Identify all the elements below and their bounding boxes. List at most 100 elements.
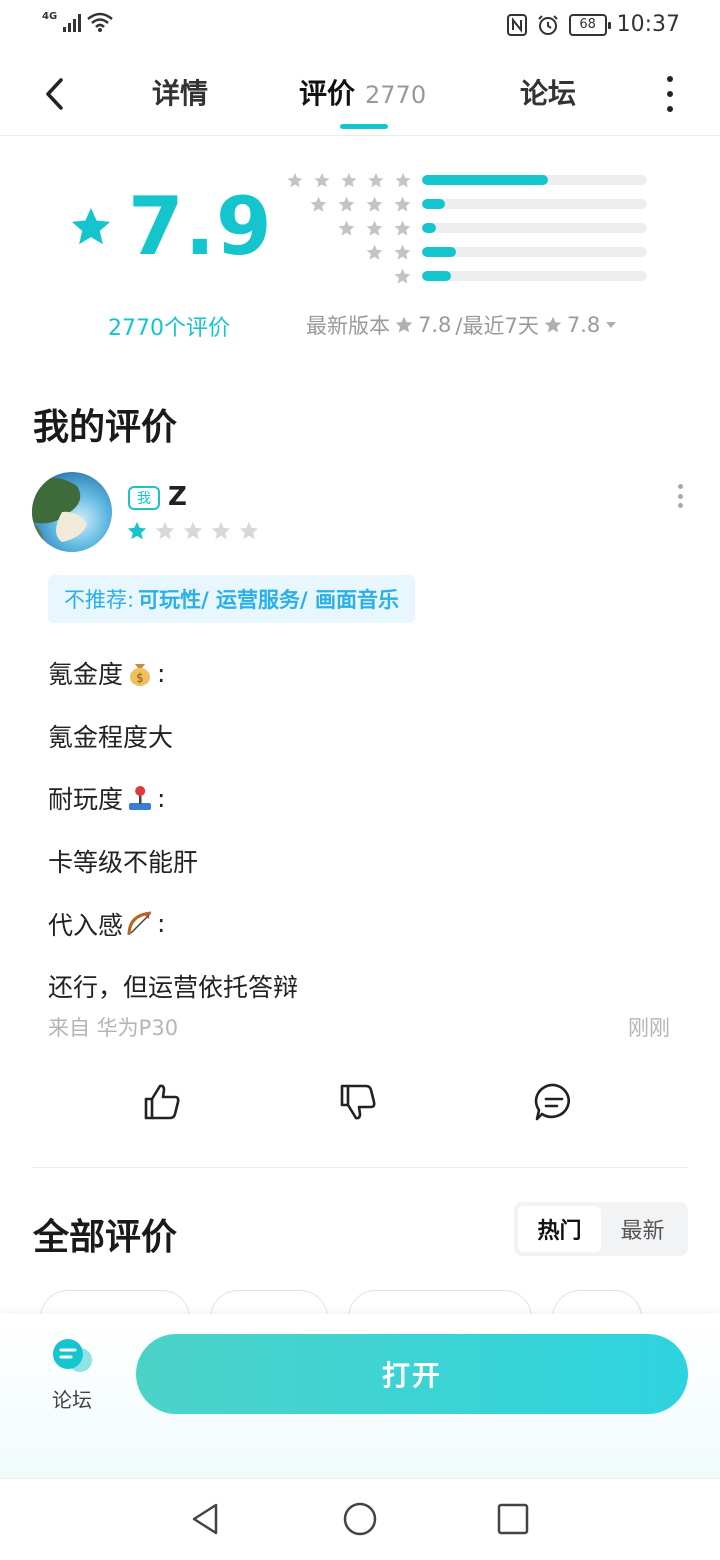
star-icon bbox=[341, 172, 357, 187]
distribution-row bbox=[286, 240, 647, 264]
distribution-bar-fill bbox=[422, 199, 445, 209]
star-icon bbox=[394, 244, 411, 260]
back-icon[interactable] bbox=[30, 68, 80, 118]
svg-text:$: $ bbox=[136, 671, 144, 685]
review-text: 代入感 bbox=[48, 910, 124, 940]
sort-hot-button[interactable]: 热门 bbox=[518, 1206, 601, 1252]
star-icon bbox=[366, 196, 383, 212]
total-reviews-link[interactable]: 2770个评价 bbox=[108, 310, 230, 342]
distribution-bar-track bbox=[422, 223, 647, 233]
score-value: 7.9 bbox=[128, 180, 273, 273]
distribution-bar-track bbox=[422, 199, 647, 209]
not-recommend-tag: 不推荐: 可玩性/ 运营服务/ 画面音乐 bbox=[48, 575, 416, 623]
not-recommend-items: 可玩性/ 运营服务/ 画面音乐 bbox=[138, 588, 400, 612]
status-right: 68 10:37 bbox=[506, 12, 680, 37]
star-icon bbox=[71, 207, 111, 244]
thumbs-down-icon[interactable] bbox=[336, 1080, 380, 1124]
review-text: : bbox=[157, 909, 166, 939]
recent-label: /最近7天 bbox=[455, 314, 539, 338]
review-text: 氪金程度大 bbox=[48, 722, 174, 752]
my-review-title: 我的评价 bbox=[33, 407, 178, 448]
forum-label: 论坛 bbox=[52, 1388, 92, 1412]
review-line: 耐玩度 : bbox=[48, 767, 298, 830]
comment-icon[interactable] bbox=[532, 1080, 576, 1124]
sort-new-button[interactable]: 最新 bbox=[601, 1206, 684, 1252]
distribution-row bbox=[286, 168, 647, 192]
distribution-stars bbox=[286, 243, 422, 262]
distribution-bar-fill bbox=[422, 271, 452, 281]
distribution-row bbox=[286, 264, 647, 288]
review-text: 氪金度 bbox=[48, 660, 124, 690]
review-line: 氪金程度大 bbox=[48, 705, 298, 768]
review-text: 耐玩度 bbox=[48, 785, 124, 815]
avatar[interactable] bbox=[32, 472, 112, 552]
star-icon bbox=[366, 244, 383, 260]
bow-and-arrow-icon bbox=[127, 911, 152, 936]
alarm-icon bbox=[537, 14, 558, 35]
star-icon bbox=[368, 172, 384, 187]
sort-toggle: 热门 最新 bbox=[514, 1202, 688, 1256]
review-time: 刚刚 bbox=[628, 1016, 670, 1040]
active-tab-indicator bbox=[340, 124, 388, 129]
bottom-action-bar: 论坛 打开 bbox=[0, 1314, 720, 1478]
tab-review-label: 评价 bbox=[299, 77, 356, 110]
battery-level: 68 bbox=[579, 17, 596, 32]
star-icon bbox=[394, 196, 411, 212]
rating-distribution bbox=[286, 168, 647, 288]
review-more-icon[interactable] bbox=[676, 484, 684, 508]
wifi-icon bbox=[87, 12, 113, 32]
user-rating-stars bbox=[126, 520, 260, 542]
review-line: 卡等级不能肝 bbox=[48, 830, 298, 893]
star-empty-icon bbox=[183, 521, 203, 540]
review-line: 还行，但运营依托答辩 bbox=[48, 955, 298, 1018]
username[interactable]: Z bbox=[168, 482, 187, 512]
me-badge: 我 bbox=[128, 486, 160, 510]
tab-detail[interactable]: 详情 bbox=[152, 72, 208, 112]
forum-icon bbox=[53, 1339, 92, 1372]
star-empty-icon bbox=[211, 521, 231, 540]
thumbs-up-icon[interactable] bbox=[140, 1080, 184, 1124]
star-icon bbox=[310, 196, 327, 212]
overall-score: 7.9 bbox=[68, 180, 273, 273]
nav-back-icon[interactable] bbox=[188, 1501, 224, 1537]
dropdown-arrow-icon bbox=[606, 322, 617, 328]
forum-button[interactable]: 论坛 bbox=[40, 1336, 104, 1413]
distribution-bar-fill bbox=[422, 223, 436, 233]
star-empty-icon bbox=[239, 521, 259, 540]
version-score: 7.8 bbox=[418, 313, 452, 337]
review-line: 氪金度 $ : bbox=[48, 642, 298, 705]
star-icon bbox=[366, 220, 383, 236]
distribution-bar-track bbox=[422, 271, 647, 281]
not-recommend-label: 不推荐: bbox=[64, 588, 135, 612]
status-bar: 4G 68 10:37 bbox=[0, 0, 720, 50]
money-bag-icon: $ bbox=[130, 664, 151, 687]
signal-icon bbox=[63, 12, 82, 32]
battery-icon: 68 bbox=[568, 13, 611, 36]
system-nav-bar bbox=[0, 1478, 720, 1560]
star-icon bbox=[338, 196, 355, 212]
more-options-icon[interactable] bbox=[660, 76, 680, 112]
distribution-bar-track bbox=[422, 247, 647, 257]
version-rating-filter[interactable]: 最新版本 7.8 /最近7天 7.8 bbox=[306, 310, 618, 340]
nav-recents-icon[interactable] bbox=[495, 1501, 531, 1537]
version-label: 最新版本 bbox=[306, 314, 390, 338]
review-text: 卡等级不能肝 bbox=[48, 848, 199, 878]
distribution-stars bbox=[286, 219, 422, 238]
all-reviews-title: 全部评价 bbox=[33, 1217, 178, 1258]
nav-home-icon[interactable] bbox=[342, 1501, 378, 1537]
distribution-stars bbox=[286, 171, 422, 190]
tab-review[interactable]: 评价 2770 bbox=[299, 72, 426, 112]
tab-review-count: 2770 bbox=[365, 81, 427, 109]
review-text: : bbox=[157, 783, 166, 813]
open-button[interactable]: 打开 bbox=[136, 1334, 688, 1414]
distribution-bar-track bbox=[422, 175, 647, 185]
distribution-stars bbox=[286, 267, 422, 286]
tab-forum[interactable]: 论坛 bbox=[520, 72, 576, 112]
review-text: : bbox=[157, 658, 166, 688]
clock: 10:37 bbox=[616, 12, 680, 37]
distribution-bar-fill bbox=[422, 247, 456, 257]
star-icon bbox=[314, 172, 330, 187]
joystick-icon bbox=[129, 786, 152, 811]
star-icon bbox=[338, 220, 355, 236]
star-icon bbox=[394, 220, 411, 236]
